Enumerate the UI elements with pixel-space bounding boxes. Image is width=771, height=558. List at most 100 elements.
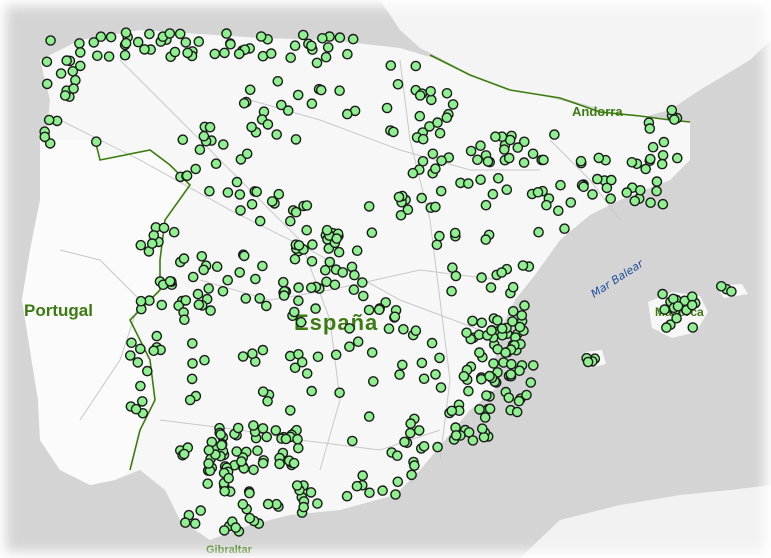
green-circle-marker-icon[interactable] bbox=[274, 458, 285, 470]
green-circle-marker-icon[interactable] bbox=[254, 215, 266, 227]
green-circle-marker-icon[interactable] bbox=[476, 272, 487, 283]
green-circle-marker-icon[interactable] bbox=[381, 102, 393, 114]
green-circle-marker-icon[interactable] bbox=[485, 282, 497, 293]
green-circle-marker-icon[interactable] bbox=[398, 323, 409, 335]
green-circle-marker-icon[interactable] bbox=[311, 57, 323, 69]
green-circle-marker-icon[interactable] bbox=[385, 60, 397, 71]
green-circle-marker-icon[interactable] bbox=[231, 176, 243, 188]
green-circle-marker-icon[interactable] bbox=[198, 130, 210, 142]
green-circle-marker-icon[interactable] bbox=[465, 145, 477, 157]
green-circle-marker-icon[interactable] bbox=[132, 357, 144, 368]
green-circle-marker-icon[interactable] bbox=[219, 47, 230, 59]
green-circle-marker-icon[interactable] bbox=[498, 144, 510, 155]
green-circle-marker-icon[interactable] bbox=[514, 365, 525, 377]
green-circle-marker-icon[interactable] bbox=[446, 405, 458, 417]
green-circle-marker-icon[interactable] bbox=[527, 148, 539, 160]
green-circle-marker-icon[interactable] bbox=[120, 27, 132, 39]
green-circle-marker-icon[interactable] bbox=[305, 282, 317, 294]
green-circle-marker-icon[interactable] bbox=[342, 48, 353, 60]
green-circle-marker-icon[interactable] bbox=[519, 300, 530, 311]
green-circle-marker-icon[interactable] bbox=[481, 390, 492, 401]
green-circle-marker-icon[interactable] bbox=[293, 282, 304, 293]
green-circle-marker-icon[interactable] bbox=[517, 260, 529, 271]
green-circle-marker-icon[interactable] bbox=[180, 295, 192, 306]
green-circle-marker-icon[interactable] bbox=[278, 290, 290, 301]
green-circle-marker-icon[interactable] bbox=[217, 285, 229, 297]
green-circle-marker-icon[interactable] bbox=[669, 114, 680, 125]
green-circle-marker-icon[interactable] bbox=[348, 284, 360, 296]
green-circle-marker-icon[interactable] bbox=[75, 47, 86, 58]
green-circle-marker-icon[interactable] bbox=[480, 199, 492, 211]
green-circle-marker-icon[interactable] bbox=[277, 276, 289, 288]
green-circle-marker-icon[interactable] bbox=[41, 56, 53, 68]
map-canvas[interactable]: España Portugal Andorra Mar Balear Mallo… bbox=[0, 0, 771, 558]
green-circle-marker-icon[interactable] bbox=[392, 476, 404, 488]
green-circle-marker-icon[interactable] bbox=[507, 305, 519, 317]
green-circle-marker-icon[interactable] bbox=[621, 187, 633, 198]
green-circle-marker-icon[interactable] bbox=[234, 267, 245, 278]
green-circle-marker-icon[interactable] bbox=[431, 239, 443, 251]
green-circle-marker-icon[interactable] bbox=[184, 394, 196, 406]
green-circle-marker-icon[interactable] bbox=[626, 156, 638, 168]
green-circle-marker-icon[interactable] bbox=[293, 295, 304, 307]
green-circle-marker-icon[interactable] bbox=[306, 255, 318, 267]
green-circle-marker-icon[interactable] bbox=[587, 189, 598, 200]
green-circle-marker-icon[interactable] bbox=[144, 28, 155, 40]
green-circle-marker-icon[interactable] bbox=[686, 299, 698, 311]
green-circle-marker-icon[interactable] bbox=[474, 404, 485, 415]
green-circle-marker-icon[interactable] bbox=[187, 358, 198, 369]
green-circle-marker-icon[interactable] bbox=[135, 295, 147, 307]
green-circle-marker-icon[interactable] bbox=[218, 525, 230, 536]
green-circle-marker-icon[interactable] bbox=[301, 368, 313, 379]
green-circle-marker-icon[interactable] bbox=[280, 433, 292, 445]
green-circle-marker-icon[interactable] bbox=[414, 90, 426, 101]
green-circle-marker-icon[interactable] bbox=[410, 325, 422, 337]
green-circle-marker-icon[interactable] bbox=[92, 50, 103, 62]
green-circle-marker-icon[interactable] bbox=[119, 49, 131, 61]
green-circle-marker-icon[interactable] bbox=[238, 250, 250, 262]
green-circle-marker-icon[interactable] bbox=[344, 341, 355, 353]
green-circle-marker-icon[interactable] bbox=[246, 198, 258, 210]
green-circle-marker-icon[interactable] bbox=[164, 275, 176, 287]
green-circle-marker-icon[interactable] bbox=[463, 385, 474, 397]
green-circle-marker-icon[interactable] bbox=[482, 156, 494, 167]
green-circle-marker-icon[interactable] bbox=[196, 250, 208, 262]
green-circle-marker-icon[interactable] bbox=[657, 288, 668, 300]
green-circle-marker-icon[interactable] bbox=[450, 270, 462, 282]
green-circle-marker-icon[interactable] bbox=[306, 98, 318, 109]
green-circle-marker-icon[interactable] bbox=[257, 457, 269, 469]
green-circle-marker-icon[interactable] bbox=[67, 66, 79, 77]
green-circle-marker-icon[interactable] bbox=[357, 470, 369, 481]
green-circle-marker-icon[interactable] bbox=[392, 79, 404, 90]
green-circle-marker-icon[interactable] bbox=[413, 425, 425, 436]
green-circle-marker-icon[interactable] bbox=[290, 134, 302, 145]
green-circle-marker-icon[interactable] bbox=[270, 425, 282, 436]
green-circle-marker-icon[interactable] bbox=[651, 185, 662, 197]
green-circle-marker-icon[interactable] bbox=[344, 323, 355, 334]
green-circle-marker-icon[interactable] bbox=[447, 99, 459, 110]
green-circle-marker-icon[interactable] bbox=[248, 420, 259, 431]
green-circle-marker-icon[interactable] bbox=[105, 31, 117, 43]
green-circle-marker-icon[interactable] bbox=[301, 224, 313, 236]
green-circle-marker-icon[interactable] bbox=[284, 215, 296, 227]
green-circle-marker-icon[interactable] bbox=[480, 234, 492, 245]
green-circle-marker-icon[interactable] bbox=[70, 74, 81, 86]
green-circle-marker-icon[interactable] bbox=[352, 336, 364, 348]
green-circle-marker-icon[interactable] bbox=[234, 189, 246, 200]
green-circle-marker-icon[interactable] bbox=[377, 485, 388, 496]
green-circle-marker-icon[interactable] bbox=[164, 28, 176, 39]
green-circle-marker-icon[interactable] bbox=[364, 487, 375, 499]
green-circle-marker-icon[interactable] bbox=[383, 323, 395, 335]
green-circle-marker-icon[interactable] bbox=[186, 373, 198, 385]
green-circle-marker-icon[interactable] bbox=[406, 469, 417, 481]
green-circle-marker-icon[interactable] bbox=[273, 188, 285, 200]
green-circle-marker-icon[interactable] bbox=[293, 240, 305, 251]
green-circle-marker-icon[interactable] bbox=[59, 90, 71, 101]
green-circle-marker-icon[interactable] bbox=[644, 123, 656, 134]
green-circle-marker-icon[interactable] bbox=[461, 327, 472, 339]
green-circle-marker-icon[interactable] bbox=[430, 163, 441, 174]
green-circle-marker-icon[interactable] bbox=[250, 273, 261, 285]
green-circle-marker-icon[interactable] bbox=[257, 344, 269, 356]
green-circle-marker-icon[interactable] bbox=[505, 358, 517, 370]
green-circle-marker-icon[interactable] bbox=[240, 293, 252, 304]
